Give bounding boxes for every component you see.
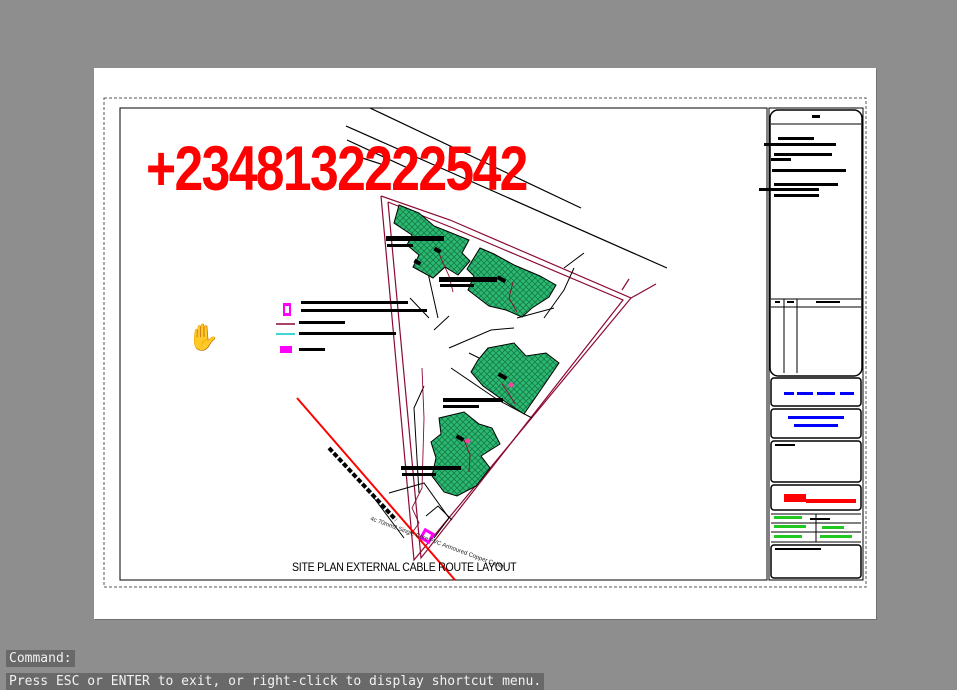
- building-block-4: [430, 411, 501, 497]
- building-block-2: [466, 247, 557, 318]
- title-block: [759, 107, 864, 581]
- command-message: Press ESC or ENTER to exit, or right-cli…: [6, 673, 545, 690]
- pan-hand-icon: ✋: [187, 323, 220, 353]
- command-prompt[interactable]: Command:: [6, 650, 75, 667]
- title-block-title-panel: [770, 440, 862, 483]
- building-block-1: [393, 204, 471, 279]
- legend: [276, 301, 427, 353]
- watermark-phone-number: +2348132222542: [146, 134, 528, 204]
- sheet-title: SITE PLAN EXTERNAL CABLE ROUTE LAYOUT: [292, 560, 517, 574]
- title-block-project-panel: [770, 408, 862, 439]
- buildings: [393, 204, 560, 497]
